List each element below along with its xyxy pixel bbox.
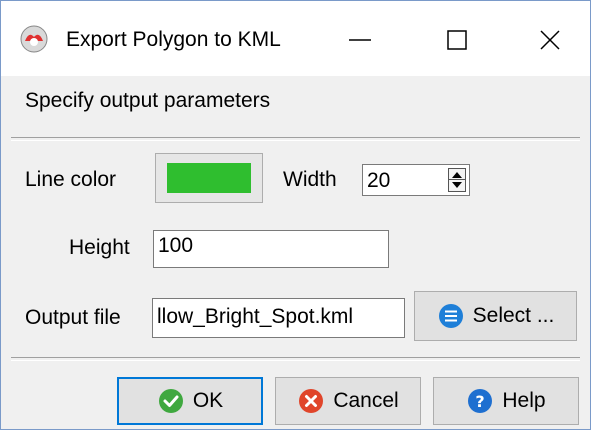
cancel-x-icon — [299, 389, 324, 413]
output-file-label: Output file — [25, 306, 121, 329]
ok-label: OK — [192, 389, 224, 412]
app-icon — [20, 25, 48, 53]
width-value[interactable]: 20 — [367, 169, 390, 193]
title-bar[interactable]: Export Polygon to KML — [1, 1, 590, 76]
list-icon — [438, 304, 463, 328]
maximize-icon — [447, 30, 467, 50]
width-label: Width — [283, 168, 337, 191]
close-button[interactable] — [517, 15, 583, 65]
height-label: Height — [69, 236, 130, 259]
height-input[interactable]: 100 — [153, 230, 389, 268]
line-color-label: Line color — [25, 168, 117, 191]
checkmark-icon — [158, 389, 183, 413]
line-color-swatch — [167, 163, 251, 193]
output-file-input[interactable]: llow_Bright_Spot.kml — [152, 298, 405, 338]
width-spin-arrows[interactable] — [448, 168, 466, 192]
cancel-label: Cancel — [333, 389, 399, 412]
maximize-button[interactable] — [424, 15, 490, 65]
width-spinner[interactable]: 20 — [362, 164, 470, 196]
question-icon: ? — [468, 389, 493, 413]
svg-text:?: ? — [476, 392, 485, 411]
select-file-button[interactable]: Select ... — [414, 291, 577, 341]
line-color-button[interactable] — [155, 153, 263, 203]
separator-top — [11, 137, 580, 141]
spin-up-icon[interactable] — [452, 172, 462, 178]
cancel-button[interactable]: Cancel — [275, 377, 421, 425]
select-file-label: Select ... — [472, 304, 555, 327]
dialog-window: Export Polygon to KML Specify output par… — [0, 0, 591, 430]
minimize-button[interactable] — [327, 15, 393, 65]
close-icon — [540, 30, 560, 50]
separator-bottom — [11, 357, 580, 361]
header-label: Specify output parameters — [25, 89, 271, 112]
spin-down-icon[interactable] — [452, 182, 462, 188]
spin-divider — [449, 179, 465, 180]
help-label: Help — [502, 389, 546, 412]
minimize-icon — [349, 39, 371, 41]
help-button[interactable]: ? Help — [433, 377, 579, 425]
window-title: Export Polygon to KML — [66, 28, 281, 51]
ok-button[interactable]: OK — [117, 377, 263, 425]
